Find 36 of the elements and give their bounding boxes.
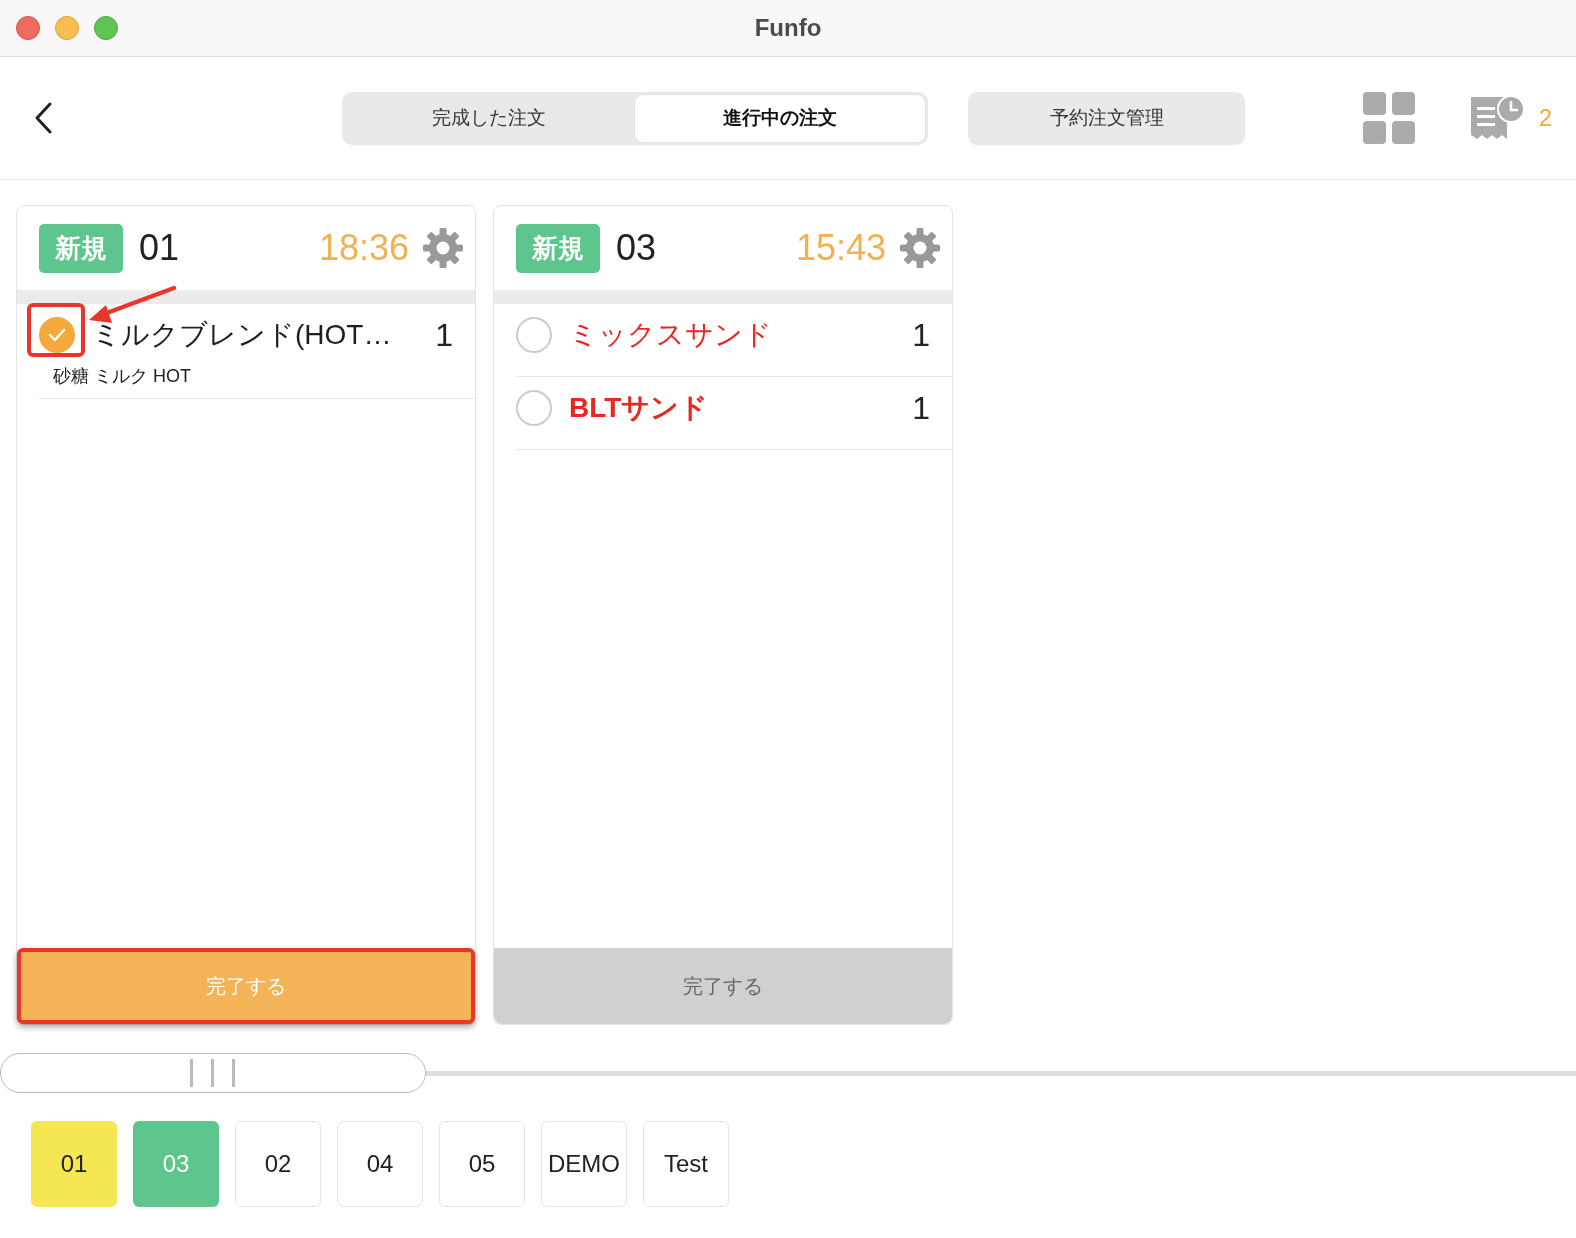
reservation-button[interactable]: 予約注文管理 [968, 91, 1245, 145]
order-number: 01 [139, 227, 180, 269]
receipt-count: 2 [1538, 104, 1552, 132]
order-number: 03 [616, 227, 657, 269]
scroll-handle[interactable] [0, 1053, 426, 1093]
zoom-window-button[interactable] [94, 16, 118, 40]
grip-icon [189, 1058, 237, 1088]
item-name: ミルクブレンド(HOT… [92, 318, 393, 352]
table-button[interactable]: 04 [337, 1121, 423, 1207]
order-tab[interactable]: 完成した注文 [344, 93, 634, 143]
table-button[interactable]: DEMO [541, 1121, 627, 1207]
item-quantity: 1 [912, 389, 930, 427]
table-button[interactable]: Test [643, 1121, 729, 1207]
status-badge: 新規 [39, 223, 123, 273]
order-tab[interactable]: 進行中の注文 [634, 93, 926, 143]
table-button[interactable]: 05 [439, 1121, 525, 1207]
minimize-window-button[interactable] [55, 16, 79, 40]
item-checkbox[interactable] [516, 390, 552, 426]
item-quantity: 1 [912, 316, 930, 354]
settings-icon[interactable] [900, 228, 940, 268]
item-options: 砂糖 ミルク HOT [53, 364, 453, 388]
item-checkbox[interactable] [39, 317, 75, 353]
table-button[interactable]: 01 [31, 1121, 117, 1207]
item-checkbox[interactable] [516, 317, 552, 353]
check-icon [48, 328, 66, 342]
item-name: ミックスサンド [569, 318, 773, 352]
item-quantity: 1 [435, 316, 453, 354]
window-title: Funfo [753, 14, 823, 42]
close-window-button[interactable] [16, 16, 40, 40]
order-time: 15:43 [795, 227, 886, 269]
item-name: BLTサンド [569, 391, 710, 425]
grid-icon[interactable] [1362, 92, 1415, 144]
order-time: 18:36 [318, 227, 409, 269]
status-badge: 新規 [516, 223, 600, 273]
settings-icon[interactable] [423, 228, 463, 268]
table-button[interactable]: 02 [235, 1121, 321, 1207]
